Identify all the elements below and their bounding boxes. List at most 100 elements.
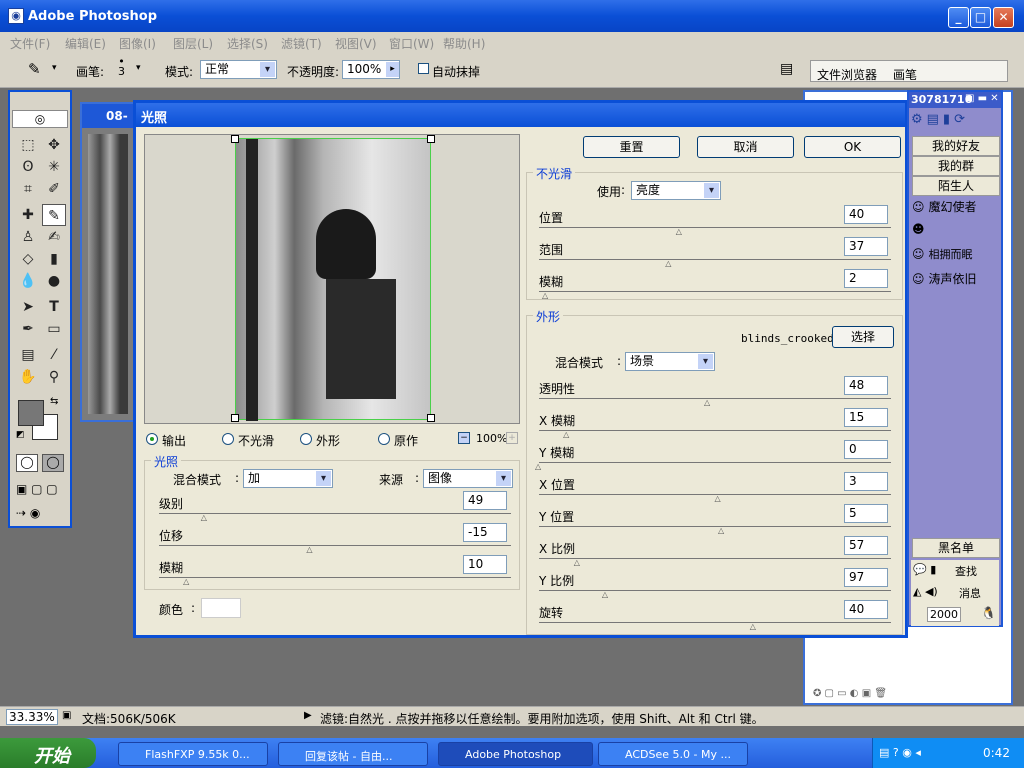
cancel-button[interactable]: 取消 [697, 136, 794, 158]
magic-wand-tool-icon[interactable]: ✳ [42, 156, 66, 178]
adobe-online-icon[interactable]: ◎ [12, 110, 68, 128]
qq-toolbar-icons[interactable]: ⚙▤▮⟳ [911, 112, 999, 130]
matte-slider-track[interactable] [539, 227, 891, 228]
radio-original[interactable] [378, 433, 390, 445]
qq-message[interactable]: 消息 [959, 585, 981, 601]
menu-image[interactable]: 图像(I) [119, 35, 156, 52]
lighting-slider-track[interactable] [159, 513, 511, 514]
default-colors-icon[interactable]: ◩ [16, 430, 25, 440]
lighting-blend-select[interactable]: 加 [243, 469, 333, 488]
shape-value-input[interactable]: 97 [844, 568, 888, 587]
history-brush-tool-icon[interactable]: ✍ [42, 226, 66, 248]
lighting-value-input[interactable]: -15 [463, 523, 507, 542]
zoom-tool-icon[interactable]: ⚲ [42, 366, 66, 388]
tab-brushes[interactable]: 画笔 [893, 66, 917, 83]
menu-edit[interactable]: 编辑(E) [65, 35, 106, 52]
notes-tool-icon[interactable]: ▤ [16, 344, 40, 366]
select-shape-button[interactable]: 选择 [832, 326, 894, 348]
ok-button[interactable]: OK [804, 136, 901, 158]
task-flashfxp[interactable]: FlashFXP 9.55k 0... [118, 742, 268, 766]
matte-slider-track[interactable] [539, 259, 891, 260]
shape-value-input[interactable]: 5 [844, 504, 888, 523]
standard-mode-icon[interactable]: ◯ [16, 454, 38, 472]
hand-tool-icon[interactable]: ✋ [16, 366, 40, 388]
menu-layer[interactable]: 图层(L) [173, 35, 213, 52]
shape-slider-track[interactable] [539, 526, 891, 527]
shape-slider-track[interactable] [539, 430, 891, 431]
light-handle[interactable] [231, 135, 239, 143]
opacity-slider-arrow-icon[interactable]: ▸ [386, 62, 399, 77]
matte-slider-thumb[interactable]: △ [676, 228, 682, 236]
light-handle[interactable] [231, 414, 239, 422]
lighting-source-select[interactable]: 图像 [423, 469, 513, 488]
lighting-value-input[interactable]: 10 [463, 555, 507, 574]
lighting-slider-thumb[interactable]: △ [306, 546, 312, 554]
shape-value-input[interactable]: 3 [844, 472, 888, 491]
radio-shape[interactable] [300, 433, 312, 445]
menu-select[interactable]: 选择(S) [227, 35, 268, 52]
light-handle[interactable] [427, 414, 435, 422]
shape-slider-thumb[interactable]: △ [535, 463, 541, 471]
matte-slider-track[interactable] [539, 291, 891, 292]
shape-slider-thumb[interactable]: △ [718, 527, 724, 535]
palette-well-icon[interactable]: ▤ [780, 61, 793, 77]
sound-icon[interactable]: ◭ ◀) [913, 585, 938, 598]
shape-value-input[interactable]: 40 [844, 600, 888, 619]
chat-icon[interactable]: 💬 ▮ [913, 563, 936, 576]
shape-value-input[interactable]: 0 [844, 440, 888, 459]
task-photoshop[interactable]: Adobe Photoshop [438, 742, 593, 766]
auto-erase-checkbox[interactable] [418, 63, 429, 74]
start-button[interactable]: 开始 [0, 738, 96, 768]
path-selection-tool-icon[interactable]: ➤ [16, 296, 40, 318]
chevron-down-icon[interactable]: ▾ [136, 63, 141, 73]
healing-brush-tool-icon[interactable]: ✚ [16, 204, 40, 226]
preview-image[interactable] [235, 138, 431, 421]
pencil-preset-icon[interactable]: ✎ [28, 60, 41, 78]
zoom-in-icon[interactable]: + [506, 432, 518, 444]
eraser-tool-icon[interactable]: ◇ [16, 248, 40, 270]
pencil-tool-icon[interactable]: ✎ [42, 204, 66, 226]
pen-tool-icon[interactable]: ✒ [16, 318, 40, 340]
qq-contact[interactable]: ☺ 魔幻使者 [912, 198, 1000, 218]
lighting-color-swatch[interactable] [201, 598, 241, 618]
shape-slider-thumb[interactable]: △ [750, 623, 756, 631]
close-button[interactable]: ✕ [993, 7, 1014, 28]
shape-value-input[interactable]: 48 [844, 376, 888, 395]
shape-slider-thumb[interactable]: △ [602, 591, 608, 599]
type-tool-icon[interactable]: T [42, 296, 66, 318]
menu-filter[interactable]: 滤镜(T) [281, 35, 322, 52]
lasso-tool-icon[interactable]: ʘ [16, 156, 40, 178]
chevron-down-icon[interactable]: ▾ [52, 63, 57, 73]
mode-select[interactable]: 正常 [200, 60, 277, 79]
reset-button[interactable]: 重置 [583, 136, 680, 158]
shape-slider-track[interactable] [539, 558, 891, 559]
maximize-button[interactable]: □ [970, 7, 991, 28]
menu-help[interactable]: 帮助(H) [443, 35, 485, 52]
qq-group-groups[interactable]: 我的群 [912, 156, 1000, 176]
shape-slider-track[interactable] [539, 462, 891, 463]
crop-tool-icon[interactable]: ⌗ [16, 178, 40, 200]
qq-blacklist[interactable]: 黑名单 [912, 538, 1000, 558]
qq-contact[interactable]: ☺ 相拥而眠 [912, 246, 1000, 266]
layer-actions-icons[interactable]: ✪ ▢ ▭ ◐ ▣ 🗑 [813, 688, 1003, 702]
shape-slider-track[interactable] [539, 398, 891, 399]
lighting-slider-thumb[interactable]: △ [201, 514, 207, 522]
quick-mask-mode-icon[interactable]: ◯ [42, 454, 64, 472]
gradient-tool-icon[interactable]: ▮ [42, 248, 66, 270]
matte-slider-thumb[interactable]: △ [665, 260, 671, 268]
matte-use-select[interactable]: 亮度 [631, 181, 721, 200]
lighting-slider-track[interactable] [159, 577, 511, 578]
matte-slider-thumb[interactable]: △ [542, 292, 548, 300]
dodge-tool-icon[interactable]: ● [42, 270, 66, 292]
marquee-tool-icon[interactable]: ⬚ [16, 134, 40, 156]
menu-view[interactable]: 视图(V) [335, 35, 377, 52]
screen-mode-icon[interactable]: ▣ ▢ ▢ [16, 482, 58, 496]
shape-slider-thumb[interactable]: △ [715, 495, 721, 503]
shape-slider-thumb[interactable]: △ [704, 399, 710, 407]
qq-group-strangers[interactable]: 陌生人 [912, 176, 1000, 196]
clone-stamp-tool-icon[interactable]: ♙ [16, 226, 40, 248]
status-zoom[interactable]: 33.33% [6, 709, 58, 725]
shape-value-input[interactable]: 57 [844, 536, 888, 555]
shape-blend-select[interactable]: 场景 [625, 352, 715, 371]
lighting-value-input[interactable]: 49 [463, 491, 507, 510]
